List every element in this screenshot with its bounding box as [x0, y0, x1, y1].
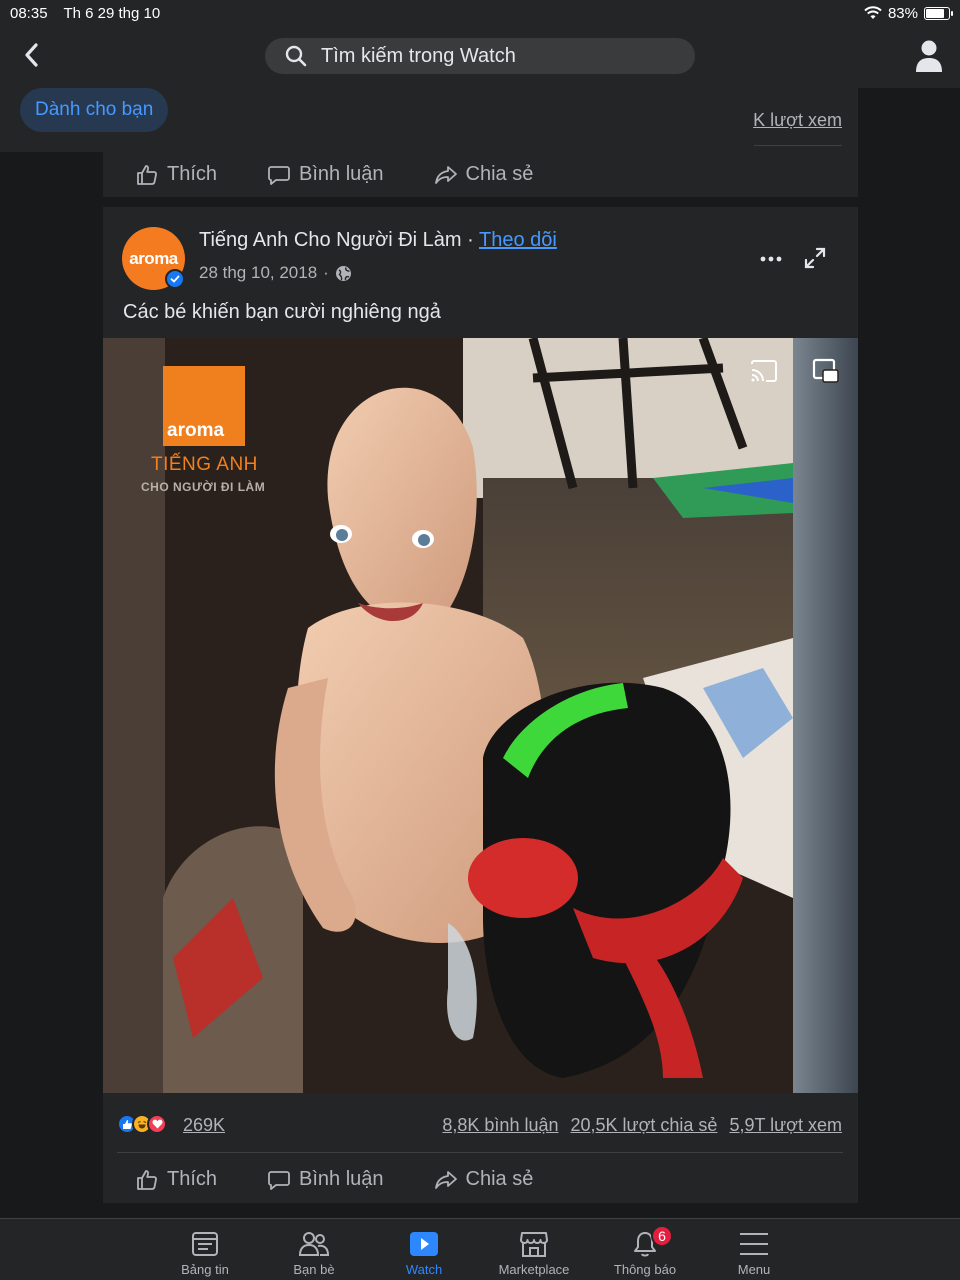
meta-separator: · — [323, 263, 329, 282]
video-post: aroma Tiếng Anh Cho Người Đi Làm · Theo … — [103, 207, 858, 1203]
comment-icon — [268, 1170, 290, 1190]
divider — [117, 1152, 843, 1153]
tab-watch[interactable]: Watch — [369, 1219, 479, 1280]
share-icon — [434, 165, 457, 184]
tab-news-feed[interactable]: Bảng tin — [150, 1219, 260, 1280]
cast-button[interactable] — [750, 360, 778, 387]
search-placeholder: Tìm kiếm trong Watch — [321, 44, 516, 67]
back-button[interactable] — [16, 40, 46, 70]
filter-bar: Dành cho bạn K lượt xem — [0, 88, 858, 152]
video-player[interactable]: aroma TIẾNG ANH CHO NGƯỜI ĐI LÀM — [103, 338, 858, 1093]
globe-icon — [335, 265, 351, 281]
status-date: Th 6 29 thg 10 — [63, 4, 161, 22]
shares-count[interactable]: 20,5K lượt chia sẻ — [571, 1115, 718, 1136]
right-gutter — [858, 88, 960, 1218]
stat-links: 8,8K bình luận 20,5K lượt chia sẻ 5,9T l… — [442, 1115, 842, 1136]
share-icon — [434, 1170, 457, 1189]
share-label: Chia sẻ — [465, 163, 534, 185]
bell-icon: 6 — [631, 1225, 673, 1261]
picture-in-picture-button[interactable] — [812, 357, 840, 390]
author-name[interactable]: Tiếng Anh Cho Người Đi Làm — [199, 229, 462, 251]
previous-post-actions: Thích Bình luận Chia sẻ — [103, 152, 858, 197]
watermark-line1: TIẾNG ANH — [151, 454, 258, 475]
thumbs-up-icon — [137, 164, 157, 185]
tab-label: Thông báo — [613, 1262, 677, 1277]
picture-in-picture-icon — [812, 358, 839, 383]
watch-icon — [409, 1227, 439, 1261]
follow-link[interactable]: Theo dõi — [479, 229, 557, 251]
share-button[interactable]: Chia sẻ — [434, 1168, 534, 1192]
share-button[interactable]: Chia sẻ — [434, 163, 534, 187]
menu-icon — [739, 1227, 769, 1261]
comment-button[interactable]: Bình luận — [267, 163, 384, 187]
tab-label: Bảng tin — [181, 1262, 229, 1277]
notification-badge: 6 — [651, 1225, 673, 1247]
cast-icon — [751, 360, 777, 382]
for-you-pill[interactable]: Dành cho bạn — [20, 88, 169, 132]
marketplace-icon — [519, 1227, 549, 1261]
like-button[interactable]: Thích — [135, 163, 217, 187]
comment-label: Bình luận — [299, 163, 384, 185]
tab-friends[interactable]: Bạn bè — [259, 1219, 369, 1280]
tab-label: Bạn bè — [293, 1262, 335, 1277]
comment-label: Bình luận — [299, 1168, 384, 1190]
reaction-count[interactable]: 269K — [183, 1115, 225, 1136]
post-meta: 28 thg 10, 2018 · — [199, 263, 352, 283]
post-caption: Các bé khiến bạn cười nghiêng ngả — [123, 301, 441, 323]
news-feed-icon — [191, 1227, 219, 1261]
comment-icon — [268, 165, 290, 185]
like-label: Thích — [167, 163, 218, 185]
battery-icon — [924, 6, 953, 20]
watermark-line2: CHO NGƯỜI ĐI LÀM — [141, 480, 266, 494]
views-count[interactable]: 5,9T lượt xem — [729, 1115, 842, 1136]
battery-fill — [926, 8, 945, 18]
tab-marketplace[interactable]: Marketplace — [479, 1219, 589, 1280]
tab-notifications[interactable]: 6 Thông báo — [590, 1219, 700, 1280]
post-stats: 269K 8,8K bình luận 20,5K lượt chia sẻ 5… — [103, 1112, 858, 1138]
video-frame — [103, 338, 858, 1093]
tab-label: Menu — [737, 1262, 771, 1277]
more-dots-icon — [760, 256, 782, 262]
author-separator: · — [467, 229, 474, 251]
watch-screen: 08:35 Th 6 29 thg 10 83% Tìm kiếm trong … — [0, 0, 960, 1280]
share-label: Chia sẻ — [465, 1168, 534, 1190]
chevron-left-icon — [25, 43, 38, 67]
author-line: Tiếng Anh Cho Người Đi Làm · Theo dõi — [199, 229, 557, 252]
previous-views-link[interactable]: K lượt xem — [753, 110, 842, 131]
reaction-icons[interactable] — [117, 1114, 167, 1134]
watch-header: Tìm kiếm trong Watch — [0, 26, 960, 88]
tab-menu[interactable]: Menu — [699, 1219, 809, 1280]
bottom-tab-bar: Bảng tin Bạn bè Watch Marketplace 6 Thôn… — [0, 1218, 960, 1280]
search-input[interactable]: Tìm kiếm trong Watch — [265, 38, 695, 74]
person-icon — [916, 40, 942, 72]
divider — [754, 145, 842, 146]
status-time: 08:35 — [10, 4, 48, 22]
profile-button[interactable] — [914, 39, 944, 73]
post-actions: Thích Bình luận Chia sẻ — [103, 1157, 858, 1202]
status-right: 83% — [864, 4, 953, 22]
watermark-logo: aroma — [163, 366, 245, 446]
post-date[interactable]: 28 thg 10, 2018 — [199, 263, 317, 283]
status-bar: 08:35 Th 6 29 thg 10 83% — [0, 0, 960, 26]
like-label: Thích — [167, 1168, 218, 1190]
battery-percent: 83% — [887, 4, 918, 22]
wifi-icon — [864, 6, 882, 19]
comment-button[interactable]: Bình luận — [267, 1168, 384, 1192]
thumbs-up-icon — [137, 1169, 157, 1190]
more-options-button[interactable] — [760, 249, 782, 267]
tab-label: Watch — [405, 1262, 443, 1277]
search-icon — [285, 45, 307, 67]
love-reaction-icon — [147, 1114, 167, 1134]
watermark-brand: aroma — [167, 420, 225, 441]
tab-label: Marketplace — [498, 1262, 570, 1277]
comments-count[interactable]: 8,8K bình luận — [442, 1115, 558, 1136]
expand-icon — [804, 247, 826, 269]
friends-icon — [298, 1227, 330, 1261]
expand-button[interactable] — [804, 247, 826, 274]
verified-badge-icon — [165, 269, 185, 289]
status-left: 08:35 Th 6 29 thg 10 — [10, 5, 172, 22]
like-button[interactable]: Thích — [135, 1168, 217, 1192]
